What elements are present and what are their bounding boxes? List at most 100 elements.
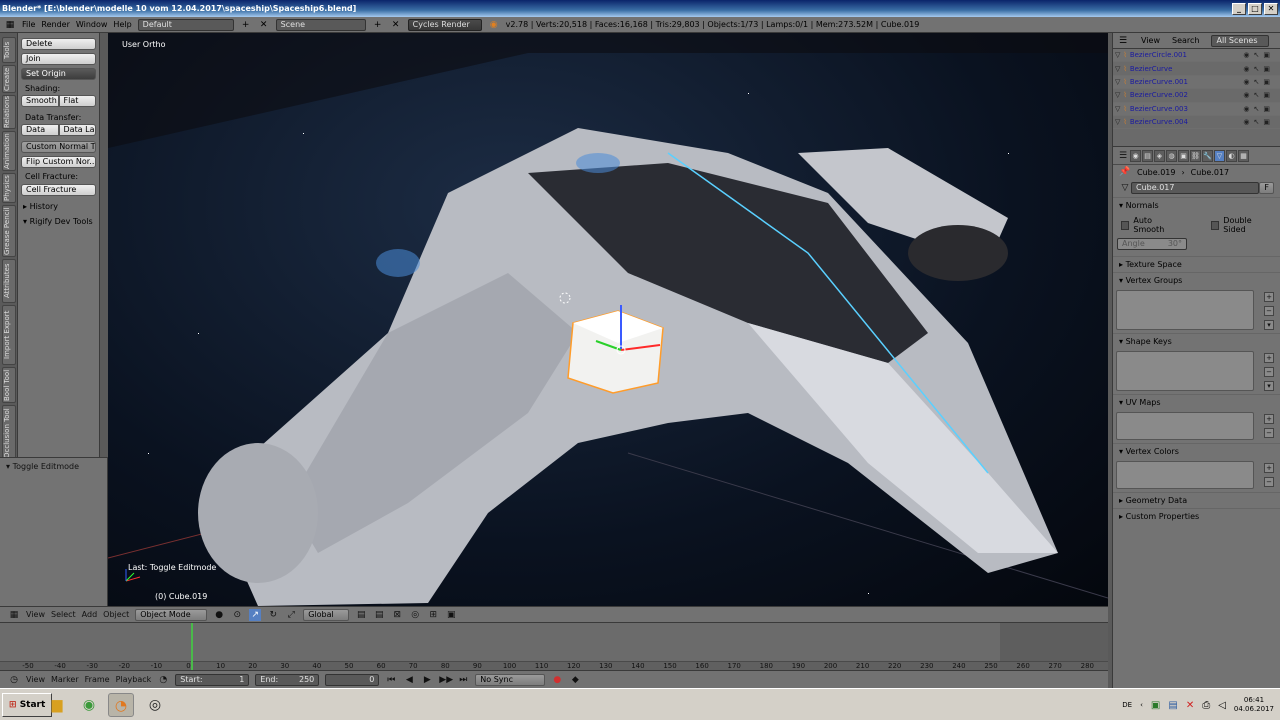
custom-properties-panel-header[interactable]: ▸ Custom Properties: [1113, 508, 1280, 523]
geometry-data-panel-header[interactable]: ▸ Geometry Data: [1113, 492, 1280, 507]
printer-icon[interactable]: ⎙: [1202, 700, 1210, 711]
camera-icon[interactable]: ▣: [1263, 118, 1270, 126]
menu-icon[interactable]: ▾: [1264, 320, 1274, 330]
pin-icon[interactable]: 📌: [1119, 166, 1131, 178]
clock[interactable]: 06:41 04.06.2017: [1234, 696, 1274, 714]
menu-help[interactable]: Help: [113, 20, 131, 29]
current-frame-field[interactable]: 0: [325, 673, 380, 686]
menu-add[interactable]: Add: [82, 610, 98, 619]
flat-button[interactable]: Flat: [58, 95, 96, 107]
shape-keys-list[interactable]: [1116, 351, 1254, 391]
mode-select[interactable]: Object Mode: [135, 608, 208, 621]
visibility-toggle-icon[interactable]: ▽: [1115, 51, 1120, 59]
tab-relations[interactable]: Relations: [2, 95, 16, 129]
prev-key-icon[interactable]: ◀: [403, 674, 415, 686]
menu-icon[interactable]: ▾: [1264, 381, 1274, 391]
tab-bool-tool[interactable]: Bool Tool: [2, 367, 16, 403]
next-key-icon[interactable]: ▶▶: [439, 674, 453, 686]
visibility-toggle-icon[interactable]: ▽: [1115, 118, 1120, 126]
network-icon[interactable]: ▤: [1168, 700, 1177, 711]
tab-texture[interactable]: ▦: [1238, 149, 1249, 162]
editor-type-icon[interactable]: ☰: [1117, 35, 1129, 47]
texture-space-panel-header[interactable]: ▸ Texture Space: [1113, 256, 1280, 271]
add-scene-icon[interactable]: +: [372, 19, 384, 31]
menu-render[interactable]: Render: [41, 20, 69, 29]
render-engine-select[interactable]: Cycles Render: [407, 18, 482, 31]
close-button[interactable]: ✕: [1264, 2, 1278, 15]
jump-end-icon[interactable]: ⏭: [457, 674, 469, 686]
tab-layers[interactable]: ▤: [1142, 149, 1153, 162]
tray-app-icon[interactable]: ▣: [1151, 700, 1160, 711]
display-mode-select[interactable]: All Scenes: [1211, 34, 1270, 47]
pivot-icon[interactable]: ⊙: [231, 609, 243, 621]
remove-icon[interactable]: −: [1264, 428, 1274, 438]
remove-scene-icon[interactable]: ✕: [390, 19, 402, 31]
vertex-colors-list[interactable]: [1116, 461, 1254, 489]
snap-icon[interactable]: ⊞: [427, 609, 439, 621]
add-icon[interactable]: +: [1264, 414, 1274, 424]
tab-world[interactable]: ◍: [1166, 149, 1177, 162]
eye-icon[interactable]: ◉: [1243, 51, 1249, 59]
tab-object[interactable]: ▣: [1178, 149, 1189, 162]
tab-data[interactable]: ▽: [1214, 149, 1225, 162]
timeline[interactable]: -50 -40 -30 -20 -10 0 10 20 30 40 50 60 70 80 90 100 110…: [0, 622, 1108, 670]
toggle-editmode-label[interactable]: Toggle Editmode: [13, 462, 79, 471]
viewport-shading-icon[interactable]: ●: [213, 609, 225, 621]
menu-window[interactable]: Window: [76, 20, 108, 29]
menu-select[interactable]: Select: [51, 610, 76, 619]
editor-type-icon[interactable]: ☰: [1117, 150, 1129, 162]
eye-icon[interactable]: ◉: [1243, 78, 1249, 86]
cursor-icon[interactable]: ↖: [1254, 105, 1260, 113]
eye-icon[interactable]: ◉: [1243, 91, 1249, 99]
cursor-icon[interactable]: ↖: [1254, 91, 1260, 99]
visibility-toggle-icon[interactable]: ▽: [1115, 105, 1120, 113]
mesh-name-field[interactable]: Cube.017: [1131, 182, 1260, 194]
outliner-item[interactable]: ▽ ⌇ BezierCurve.004 ◉ ↖ ▣: [1113, 116, 1280, 130]
timeline-cursor[interactable]: [191, 623, 193, 670]
layout-select[interactable]: Default: [137, 18, 234, 31]
camera-icon[interactable]: ▣: [1263, 78, 1270, 86]
explorer-icon[interactable]: ▆: [44, 693, 70, 717]
mesh-icon[interactable]: ▽: [1119, 182, 1131, 194]
outliner-item[interactable]: ▽ ⌇ BezierCurve ◉ ↖ ▣: [1113, 62, 1280, 76]
tab-modifiers[interactable]: 🔧: [1202, 149, 1213, 162]
scale-icon[interactable]: ⤢: [285, 609, 297, 621]
sync-select[interactable]: No Sync: [475, 673, 546, 686]
uv-maps-list[interactable]: [1116, 412, 1254, 440]
language-indicator[interactable]: DE: [1122, 701, 1132, 709]
outliner-item[interactable]: ▽ ⌇ BezierCurve.002 ◉ ↖ ▣: [1113, 89, 1280, 103]
camera-icon[interactable]: ▣: [1263, 91, 1270, 99]
layers-icon[interactable]: ▤: [355, 609, 367, 621]
custom-normal-button[interactable]: Custom Normal T...: [21, 141, 96, 153]
tab-grease-pencil[interactable]: Grease Pencil: [2, 205, 16, 257]
clock-icon[interactable]: ◔: [157, 674, 169, 686]
tab-import-export[interactable]: Import Export: [2, 305, 16, 365]
cell-fracture-button[interactable]: Cell Fracture: [21, 184, 96, 196]
history-panel[interactable]: ▸ History: [23, 202, 96, 211]
editor-type-icon[interactable]: ◷: [8, 674, 20, 686]
tab-constraints[interactable]: ⛓: [1190, 149, 1201, 162]
tab-attributes[interactable]: Attributes: [2, 259, 16, 303]
vertex-groups-panel-header[interactable]: ▾ Vertex Groups: [1113, 272, 1280, 287]
keying-set-icon[interactable]: ◆: [569, 674, 581, 686]
volume-icon[interactable]: ◁: [1218, 700, 1226, 711]
menu-view[interactable]: View: [26, 675, 45, 684]
join-button[interactable]: Join: [21, 53, 96, 65]
data-layout-button[interactable]: Data La: [58, 124, 96, 136]
blender-taskbar-icon[interactable]: ◔: [108, 693, 134, 717]
menu-frame[interactable]: Frame: [85, 675, 110, 684]
camera-icon[interactable]: ▣: [1263, 51, 1270, 59]
tab-physics[interactable]: Physics: [2, 173, 16, 203]
rigify-panel[interactable]: ▾ Rigify Dev Tools: [23, 217, 96, 226]
menu-file[interactable]: File: [22, 20, 35, 29]
auto-smooth-checkbox[interactable]: [1121, 220, 1130, 230]
maximize-button[interactable]: □: [1248, 2, 1262, 15]
vertex-groups-list[interactable]: [1116, 290, 1254, 330]
outliner-item[interactable]: ▽ ⌇ BezierCurve.001 ◉ ↖ ▣: [1113, 75, 1280, 90]
end-frame-field[interactable]: End: 250: [255, 673, 320, 686]
double-sided-checkbox[interactable]: [1210, 220, 1220, 230]
obs-icon[interactable]: ◎: [142, 693, 168, 717]
eye-icon[interactable]: ◉: [1243, 118, 1249, 126]
remove-icon[interactable]: −: [1264, 367, 1274, 377]
manipulator-icon[interactable]: ↗: [249, 608, 262, 621]
